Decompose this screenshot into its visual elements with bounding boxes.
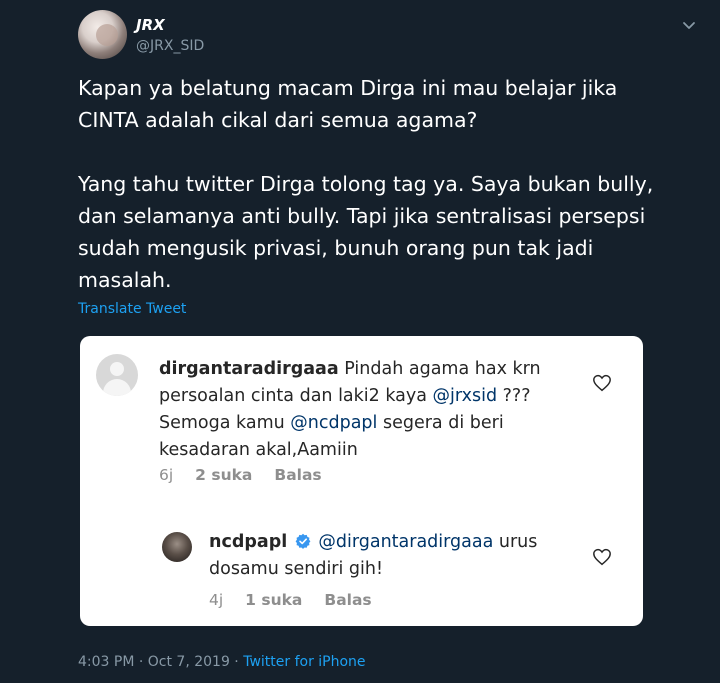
author-handle[interactable]: @JRX_SID [136,38,204,54]
mention-dirgantaradirgaaa: @dirgantaradirgaaa [318,532,494,552]
mention-jrxsid: @jrxsid [432,386,498,406]
comment-2-meta: 4j 1 suka Balas [209,591,372,609]
translate-tweet-link[interactable]: Translate Tweet [78,301,186,317]
comment-2-reply: Balas [324,591,372,609]
tweet-header: JRX @JRX_SID [78,10,698,60]
comment-1-username: dirgantaradirgaaa [159,359,339,379]
tweet-footer: 4:03 PM · Oct 7, 2019 · Twitter for iPho… [78,654,366,670]
default-avatar-icon [96,354,138,396]
comment-2-likes: 1 suka [245,591,303,609]
heart-icon [593,374,611,392]
verified-badge-icon [295,533,311,549]
author-avatar[interactable] [78,10,127,59]
author-name[interactable]: JRX [136,16,165,34]
comment-1-likes: 2 suka [195,466,253,484]
comment-1-time: 6j [159,466,174,484]
comment-2-text: ncdpapl @dirgantaradirgaaa urus dosamu s… [209,532,538,579]
chevron-down-icon[interactable] [680,16,698,34]
tweet-source-link[interactable]: Twitter for iPhone [243,654,365,670]
instagram-screenshot[interactable]: dirgantaradirgaaa Pindah agama hax krn p… [80,336,643,626]
tweet-text: Kapan ya belatung macam Dirga ini mau be… [78,76,654,292]
comment-2-username: ncdpapl [209,532,288,552]
reply-avatar [162,532,192,562]
mention-ncdpapl: @ncdpapl [290,413,378,433]
comment-1-reply: Balas [274,466,322,484]
tweet-timestamp[interactable]: 4:03 PM · Oct 7, 2019 · [78,654,243,670]
comment-1-text: dirgantaradirgaaa Pindah agama hax krn p… [159,359,541,460]
comment-2-time: 4j [209,591,224,609]
heart-icon [593,548,611,566]
comment-1-meta: 6j 2 suka Balas [159,466,322,484]
